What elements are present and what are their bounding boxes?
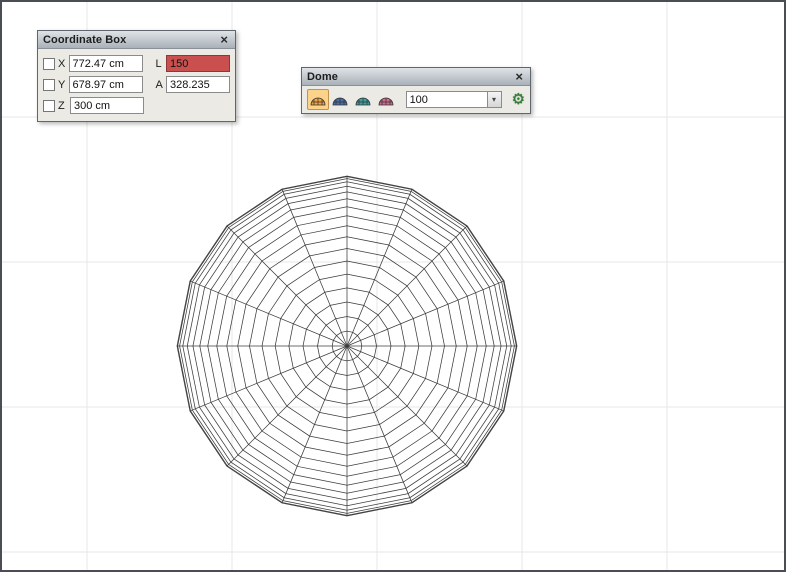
chevron-down-icon: ▾ [492, 95, 496, 104]
dome-value-dropdown-button[interactable]: ▾ [488, 91, 502, 108]
a-angle-input[interactable] [166, 76, 230, 93]
dome-type-ribbed-button[interactable] [307, 89, 329, 110]
dome-toolbar: ▾ ⚙ [302, 86, 530, 113]
coordinate-box-palette: Coordinate Box × X L Y A Z [37, 30, 236, 122]
y-coordinate-input[interactable] [69, 76, 143, 93]
dome-value-combo: ▾ [406, 91, 502, 108]
coordinate-row-z: Z [43, 95, 230, 116]
coordinate-row-y: Y A [43, 74, 230, 95]
dome-type-mesh-button[interactable] [375, 89, 397, 110]
dome-title: Dome [307, 71, 513, 83]
gear-icon: ⚙ [512, 91, 525, 108]
dome-ribbed-icon [310, 94, 326, 106]
dome-solid-icon [332, 94, 348, 106]
coordinate-box-close-icon[interactable]: × [218, 33, 230, 46]
dome-titlebar[interactable]: Dome × [302, 68, 530, 86]
l-label: L [156, 58, 164, 70]
x-coordinate-input[interactable] [69, 55, 143, 72]
dome-settings-button[interactable]: ⚙ [512, 92, 525, 107]
dome-palette: Dome × [301, 67, 531, 114]
z-axis-label: Z [58, 100, 67, 112]
coordinate-box-title: Coordinate Box [43, 34, 218, 46]
dome-mesh-icon [378, 94, 394, 106]
l-distance-input[interactable] [166, 55, 230, 72]
dome-type-solid-button[interactable] [330, 89, 352, 110]
coordinate-row-x: X L [43, 53, 230, 74]
dome-type-wire-button[interactable] [352, 89, 374, 110]
x-axis-label: X [58, 58, 66, 70]
y-lock-checkbox[interactable] [43, 79, 55, 91]
coordinate-box-titlebar[interactable]: Coordinate Box × [38, 31, 235, 49]
dome-value-input[interactable] [406, 91, 488, 108]
app-window: Coordinate Box × X L Y A Z [0, 0, 786, 572]
x-lock-checkbox[interactable] [43, 58, 55, 70]
y-axis-label: Y [58, 79, 66, 91]
dome-close-icon[interactable]: × [513, 70, 525, 83]
z-lock-checkbox[interactable] [43, 100, 55, 112]
dome-wire-icon [355, 94, 371, 106]
a-label: A [156, 79, 164, 91]
z-coordinate-input[interactable] [70, 97, 144, 114]
